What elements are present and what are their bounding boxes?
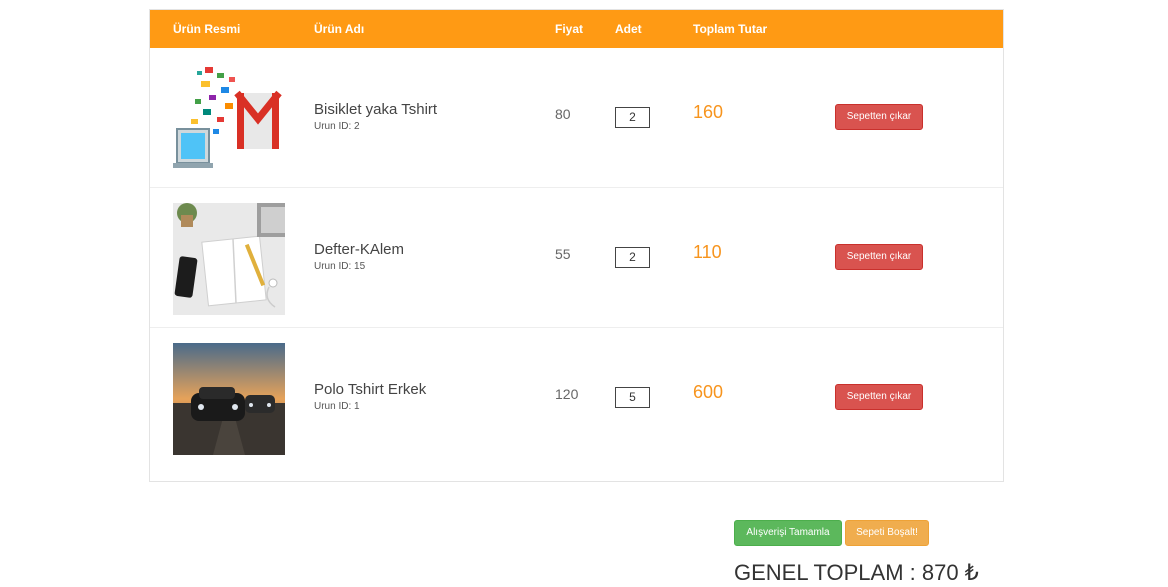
table-row: Defter-KAlem Urun ID: 15 55 2 110 Sepett…	[150, 188, 1003, 328]
header-qty: Adet	[615, 22, 642, 36]
remove-from-cart-button[interactable]: Sepetten çıkar	[835, 244, 923, 270]
line-total: 110	[693, 242, 722, 262]
line-total: 160	[693, 102, 724, 122]
table-header: Ürün Resmi Ürün Adı Fiyat Adet Toplam Tu…	[150, 10, 1003, 48]
remove-from-cart-button[interactable]: Sepetten çıkar	[835, 104, 923, 130]
product-price: 80	[555, 106, 571, 122]
product-name: Polo Tshirt Erkek	[314, 381, 427, 398]
table-row: Bisiklet yaka Tshirt Urun ID: 2 80 2 160…	[150, 48, 1003, 188]
grand-total: GENEL TOPLAM : 870 ₺	[734, 560, 979, 585]
header-name: Ürün Adı	[314, 22, 365, 36]
product-id: Urun ID: 2	[314, 121, 360, 132]
header-total: Toplam Tutar	[693, 22, 768, 36]
quantity-input[interactable]: 5	[615, 387, 650, 408]
product-id: Urun ID: 15	[314, 261, 366, 272]
quantity-input[interactable]: 2	[615, 247, 650, 268]
line-total: 600	[693, 382, 724, 402]
product-image-cars-road	[173, 343, 285, 455]
cart-table: Ürün Resmi Ürün Adı Fiyat Adet Toplam Tu…	[149, 9, 1004, 482]
product-price: 120	[555, 386, 579, 402]
header-image: Ürün Resmi	[173, 22, 241, 36]
empty-cart-button[interactable]: Sepeti Boşalt!	[845, 520, 929, 546]
product-image-email-illustration	[173, 63, 285, 175]
product-price: 55	[555, 246, 571, 262]
remove-from-cart-button[interactable]: Sepetten çıkar	[835, 384, 923, 410]
quantity-input[interactable]: 2	[615, 107, 650, 128]
table-row: Polo Tshirt Erkek Urun ID: 1 120 5 600 S…	[150, 328, 1003, 468]
complete-shopping-button[interactable]: Alışverişi Tamamla	[734, 520, 842, 546]
product-image-notebook-desk	[173, 203, 285, 315]
product-id: Urun ID: 1	[314, 401, 360, 412]
product-name: Defter-KAlem	[314, 241, 405, 258]
header-price: Fiyat	[555, 22, 584, 36]
product-name: Bisiklet yaka Tshirt	[314, 101, 438, 118]
